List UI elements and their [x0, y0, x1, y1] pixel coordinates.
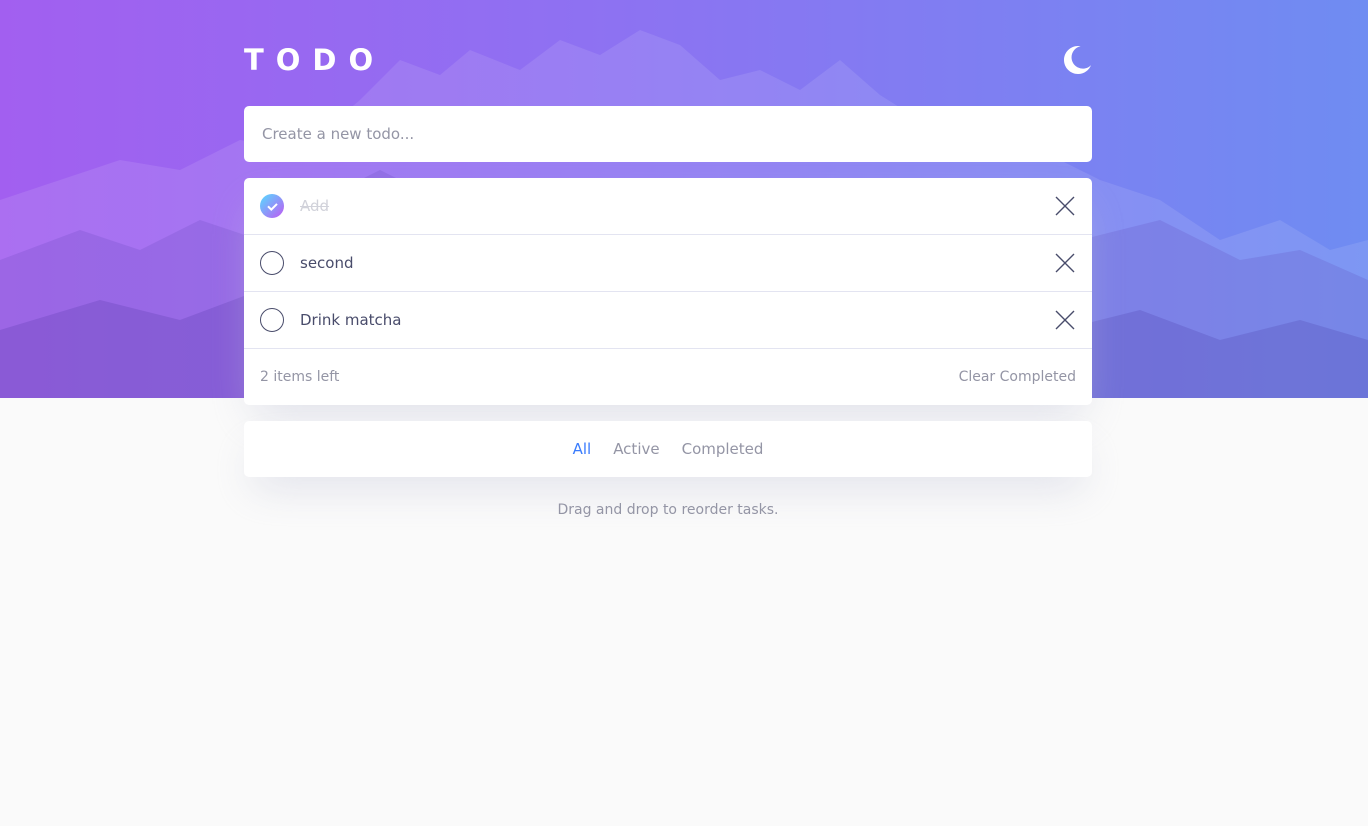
list-item[interactable]: second — [244, 235, 1092, 292]
check-icon — [266, 202, 278, 211]
list-item[interactable]: Drink matcha — [244, 292, 1092, 349]
todo-text[interactable]: Drink matcha — [300, 311, 1054, 329]
header: TODO — [244, 40, 1092, 84]
checkbox-checked[interactable] — [260, 194, 284, 218]
filter-completed[interactable]: Completed — [682, 440, 764, 458]
checkbox[interactable] — [260, 308, 284, 332]
filter-active[interactable]: Active — [613, 440, 659, 458]
todo-text[interactable]: Add — [300, 197, 1054, 215]
todo-text[interactable]: second — [300, 254, 1054, 272]
close-icon[interactable] — [1054, 195, 1076, 217]
close-icon[interactable] — [1054, 309, 1076, 331]
list-item[interactable]: Add — [244, 178, 1092, 235]
drag-hint: Drag and drop to reorder tasks. — [557, 502, 779, 518]
list-footer: 2 items left Clear Completed — [244, 349, 1092, 405]
filter-all[interactable]: All — [573, 440, 592, 458]
close-icon[interactable] — [1054, 252, 1076, 274]
items-left-count: 2 items left — [260, 369, 340, 385]
moon-icon[interactable] — [1064, 46, 1092, 74]
app-title: TODO — [244, 43, 386, 77]
new-todo-input[interactable] — [260, 124, 1076, 144]
filter-bar: All Active Completed — [244, 421, 1092, 477]
todo-list: Add second Drink matcha 2 items left Cle… — [244, 178, 1092, 405]
new-todo-field — [244, 106, 1092, 162]
checkbox[interactable] — [260, 251, 284, 275]
clear-completed-button[interactable]: Clear Completed — [959, 369, 1076, 385]
